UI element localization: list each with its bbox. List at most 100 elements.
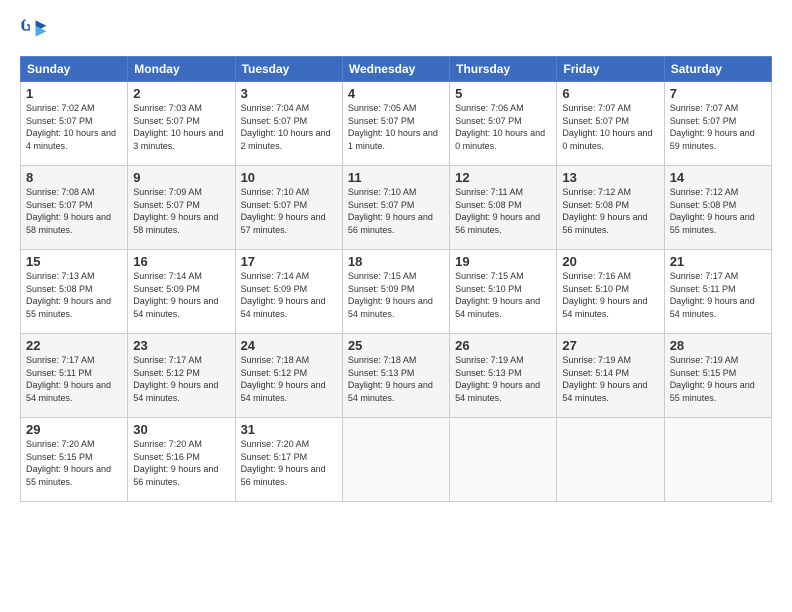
calendar-cell (450, 418, 557, 502)
day-info: Sunrise: 7:15 AM Sunset: 5:09 PM Dayligh… (348, 270, 444, 320)
calendar-cell: 29 Sunrise: 7:20 AM Sunset: 5:15 PM Dayl… (21, 418, 128, 502)
calendar-cell: 23 Sunrise: 7:17 AM Sunset: 5:12 PM Dayl… (128, 334, 235, 418)
day-number: 16 (133, 254, 229, 269)
day-number: 19 (455, 254, 551, 269)
day-info: Sunrise: 7:12 AM Sunset: 5:08 PM Dayligh… (562, 186, 658, 236)
calendar-header: SundayMondayTuesdayWednesdayThursdayFrid… (21, 57, 772, 82)
day-number: 10 (241, 170, 337, 185)
day-number: 18 (348, 254, 444, 269)
day-info: Sunrise: 7:19 AM Sunset: 5:13 PM Dayligh… (455, 354, 551, 404)
day-info: Sunrise: 7:07 AM Sunset: 5:07 PM Dayligh… (562, 102, 658, 152)
day-info: Sunrise: 7:03 AM Sunset: 5:07 PM Dayligh… (133, 102, 229, 152)
day-number: 9 (133, 170, 229, 185)
weekday-header-thursday: Thursday (450, 57, 557, 82)
day-info: Sunrise: 7:05 AM Sunset: 5:07 PM Dayligh… (348, 102, 444, 152)
header (20, 18, 772, 46)
day-number: 3 (241, 86, 337, 101)
calendar-cell: 8 Sunrise: 7:08 AM Sunset: 5:07 PM Dayli… (21, 166, 128, 250)
calendar-cell: 2 Sunrise: 7:03 AM Sunset: 5:07 PM Dayli… (128, 82, 235, 166)
day-info: Sunrise: 7:11 AM Sunset: 5:08 PM Dayligh… (455, 186, 551, 236)
weekday-header-monday: Monday (128, 57, 235, 82)
day-info: Sunrise: 7:20 AM Sunset: 5:17 PM Dayligh… (241, 438, 337, 488)
calendar-cell: 17 Sunrise: 7:14 AM Sunset: 5:09 PM Dayl… (235, 250, 342, 334)
calendar-cell: 25 Sunrise: 7:18 AM Sunset: 5:13 PM Dayl… (342, 334, 449, 418)
day-number: 8 (26, 170, 122, 185)
day-number: 27 (562, 338, 658, 353)
calendar-cell: 15 Sunrise: 7:13 AM Sunset: 5:08 PM Dayl… (21, 250, 128, 334)
weekday-header-saturday: Saturday (664, 57, 771, 82)
day-number: 22 (26, 338, 122, 353)
logo-icon (20, 18, 48, 46)
day-number: 7 (670, 86, 766, 101)
calendar-cell: 19 Sunrise: 7:15 AM Sunset: 5:10 PM Dayl… (450, 250, 557, 334)
day-info: Sunrise: 7:18 AM Sunset: 5:12 PM Dayligh… (241, 354, 337, 404)
day-info: Sunrise: 7:15 AM Sunset: 5:10 PM Dayligh… (455, 270, 551, 320)
day-number: 29 (26, 422, 122, 437)
calendar-cell: 9 Sunrise: 7:09 AM Sunset: 5:07 PM Dayli… (128, 166, 235, 250)
calendar-cell: 4 Sunrise: 7:05 AM Sunset: 5:07 PM Dayli… (342, 82, 449, 166)
day-info: Sunrise: 7:04 AM Sunset: 5:07 PM Dayligh… (241, 102, 337, 152)
day-number: 31 (241, 422, 337, 437)
day-info: Sunrise: 7:17 AM Sunset: 5:12 PM Dayligh… (133, 354, 229, 404)
calendar-cell (664, 418, 771, 502)
calendar-cell: 20 Sunrise: 7:16 AM Sunset: 5:10 PM Dayl… (557, 250, 664, 334)
day-number: 12 (455, 170, 551, 185)
day-number: 13 (562, 170, 658, 185)
calendar-cell: 30 Sunrise: 7:20 AM Sunset: 5:16 PM Dayl… (128, 418, 235, 502)
calendar-cell: 14 Sunrise: 7:12 AM Sunset: 5:08 PM Dayl… (664, 166, 771, 250)
day-number: 24 (241, 338, 337, 353)
day-number: 25 (348, 338, 444, 353)
day-info: Sunrise: 7:14 AM Sunset: 5:09 PM Dayligh… (133, 270, 229, 320)
day-info: Sunrise: 7:18 AM Sunset: 5:13 PM Dayligh… (348, 354, 444, 404)
day-info: Sunrise: 7:12 AM Sunset: 5:08 PM Dayligh… (670, 186, 766, 236)
calendar-cell: 21 Sunrise: 7:17 AM Sunset: 5:11 PM Dayl… (664, 250, 771, 334)
day-info: Sunrise: 7:13 AM Sunset: 5:08 PM Dayligh… (26, 270, 122, 320)
calendar-cell: 3 Sunrise: 7:04 AM Sunset: 5:07 PM Dayli… (235, 82, 342, 166)
calendar-cell: 27 Sunrise: 7:19 AM Sunset: 5:14 PM Dayl… (557, 334, 664, 418)
weekday-header-wednesday: Wednesday (342, 57, 449, 82)
calendar-cell: 24 Sunrise: 7:18 AM Sunset: 5:12 PM Dayl… (235, 334, 342, 418)
calendar-cell: 26 Sunrise: 7:19 AM Sunset: 5:13 PM Dayl… (450, 334, 557, 418)
day-info: Sunrise: 7:10 AM Sunset: 5:07 PM Dayligh… (241, 186, 337, 236)
day-number: 1 (26, 86, 122, 101)
calendar: SundayMondayTuesdayWednesdayThursdayFrid… (20, 56, 772, 502)
calendar-cell: 16 Sunrise: 7:14 AM Sunset: 5:09 PM Dayl… (128, 250, 235, 334)
calendar-cell (557, 418, 664, 502)
calendar-cell: 31 Sunrise: 7:20 AM Sunset: 5:17 PM Dayl… (235, 418, 342, 502)
day-info: Sunrise: 7:20 AM Sunset: 5:16 PM Dayligh… (133, 438, 229, 488)
page: SundayMondayTuesdayWednesdayThursdayFrid… (0, 0, 792, 612)
calendar-cell: 22 Sunrise: 7:17 AM Sunset: 5:11 PM Dayl… (21, 334, 128, 418)
day-info: Sunrise: 7:17 AM Sunset: 5:11 PM Dayligh… (670, 270, 766, 320)
calendar-cell: 7 Sunrise: 7:07 AM Sunset: 5:07 PM Dayli… (664, 82, 771, 166)
day-info: Sunrise: 7:06 AM Sunset: 5:07 PM Dayligh… (455, 102, 551, 152)
day-info: Sunrise: 7:08 AM Sunset: 5:07 PM Dayligh… (26, 186, 122, 236)
day-number: 23 (133, 338, 229, 353)
weekday-header-friday: Friday (557, 57, 664, 82)
day-info: Sunrise: 7:20 AM Sunset: 5:15 PM Dayligh… (26, 438, 122, 488)
day-info: Sunrise: 7:10 AM Sunset: 5:07 PM Dayligh… (348, 186, 444, 236)
day-info: Sunrise: 7:07 AM Sunset: 5:07 PM Dayligh… (670, 102, 766, 152)
day-number: 2 (133, 86, 229, 101)
day-info: Sunrise: 7:09 AM Sunset: 5:07 PM Dayligh… (133, 186, 229, 236)
calendar-cell: 11 Sunrise: 7:10 AM Sunset: 5:07 PM Dayl… (342, 166, 449, 250)
calendar-cell: 12 Sunrise: 7:11 AM Sunset: 5:08 PM Dayl… (450, 166, 557, 250)
day-number: 30 (133, 422, 229, 437)
calendar-cell: 5 Sunrise: 7:06 AM Sunset: 5:07 PM Dayli… (450, 82, 557, 166)
day-number: 17 (241, 254, 337, 269)
day-number: 26 (455, 338, 551, 353)
day-number: 21 (670, 254, 766, 269)
day-number: 15 (26, 254, 122, 269)
weekday-header-sunday: Sunday (21, 57, 128, 82)
calendar-cell: 13 Sunrise: 7:12 AM Sunset: 5:08 PM Dayl… (557, 166, 664, 250)
day-number: 6 (562, 86, 658, 101)
calendar-cell: 18 Sunrise: 7:15 AM Sunset: 5:09 PM Dayl… (342, 250, 449, 334)
day-number: 28 (670, 338, 766, 353)
calendar-cell: 10 Sunrise: 7:10 AM Sunset: 5:07 PM Dayl… (235, 166, 342, 250)
day-info: Sunrise: 7:14 AM Sunset: 5:09 PM Dayligh… (241, 270, 337, 320)
calendar-cell: 6 Sunrise: 7:07 AM Sunset: 5:07 PM Dayli… (557, 82, 664, 166)
logo (20, 18, 52, 46)
day-number: 11 (348, 170, 444, 185)
calendar-cell (342, 418, 449, 502)
day-info: Sunrise: 7:19 AM Sunset: 5:15 PM Dayligh… (670, 354, 766, 404)
day-info: Sunrise: 7:19 AM Sunset: 5:14 PM Dayligh… (562, 354, 658, 404)
